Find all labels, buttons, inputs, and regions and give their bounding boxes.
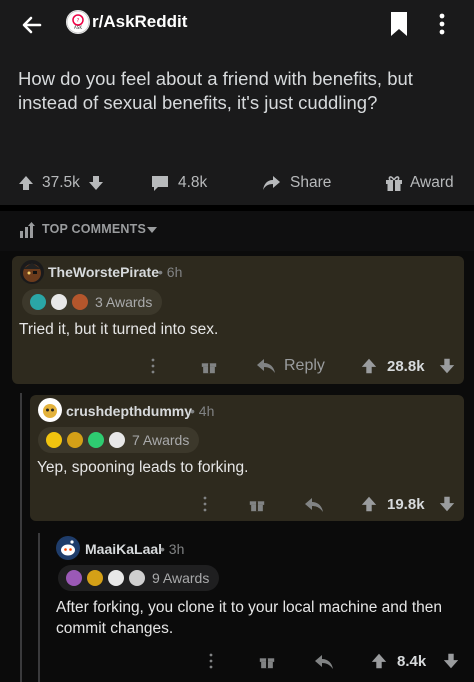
arrow-left-icon[interactable] — [18, 11, 46, 39]
post-title[interactable]: How do you feel about a friend with bene… — [18, 67, 458, 115]
vote-group: 37.5k — [16, 171, 114, 195]
comment-score: 28.8k — [387, 358, 425, 375]
award-icon — [87, 570, 103, 586]
thread-line — [20, 523, 22, 682]
gift-icon[interactable] — [248, 495, 266, 513]
comment-author[interactable]: TheWorstePirate — [48, 264, 159, 280]
award-icon — [66, 570, 82, 586]
comments-button[interactable]: 4.8k — [150, 171, 207, 195]
comment-score: 8.4k — [397, 653, 427, 670]
bookmark-icon[interactable] — [387, 10, 411, 38]
thread-line — [20, 393, 22, 523]
comment-author[interactable]: crushdepthdummy — [66, 403, 192, 419]
comment-time: • 4h — [190, 403, 215, 419]
awards-pill[interactable]: 9 Awards — [58, 565, 220, 591]
upvote-icon[interactable] — [360, 357, 378, 375]
award-icon — [30, 294, 46, 310]
awards-count: 3 Awards — [95, 294, 153, 310]
award-label: Award — [410, 174, 454, 191]
reply-icon[interactable] — [314, 653, 334, 671]
comment-author[interactable]: MaaiKaLaal — [85, 541, 162, 557]
thread-line — [38, 533, 40, 682]
comment-icon — [152, 176, 168, 191]
award-icon — [108, 570, 124, 586]
gift-icon[interactable] — [258, 652, 276, 670]
avatar[interactable] — [20, 260, 44, 284]
chevron-down-icon — [147, 227, 157, 233]
gift-icon[interactable] — [200, 357, 218, 375]
share-label: Share — [290, 174, 332, 191]
kebab-icon[interactable] — [198, 495, 212, 513]
award-icon — [88, 432, 104, 448]
upvote-icon[interactable] — [360, 495, 378, 513]
award-icon — [46, 432, 62, 448]
awards-count: 9 Awards — [152, 570, 210, 586]
gift-icon — [386, 176, 402, 191]
award-icon — [109, 432, 125, 448]
kebab-icon[interactable] — [204, 652, 218, 670]
downvote-icon[interactable] — [438, 357, 456, 375]
subreddit-name[interactable]: r/AskReddit — [92, 12, 187, 32]
post-score: 37.5k — [42, 174, 80, 191]
upvote-icon[interactable] — [370, 652, 388, 670]
share-button[interactable]: Share — [260, 171, 331, 195]
comment-time: • 6h — [158, 264, 183, 280]
subreddit-icon[interactable]: ? ASK — [66, 10, 90, 34]
comment-sort-bar[interactable]: TOP COMMENTS — [0, 211, 474, 251]
svg-text:?: ? — [77, 18, 80, 24]
post-actions: 37.5k 4.8k Share Award — [0, 165, 474, 201]
reply-icon — [257, 359, 275, 373]
kebab-icon[interactable] — [437, 10, 447, 38]
comment-score: 19.8k — [387, 496, 425, 513]
award-icon — [72, 294, 88, 310]
comment-body: After forking, you clone it to your loca… — [56, 599, 442, 637]
sort-label: TOP COMMENTS — [42, 222, 147, 236]
awards-pill[interactable]: 3 Awards — [22, 289, 163, 315]
comment-body: Yep, spooning leads to forking. — [37, 459, 249, 476]
reply-button[interactable]: Reply — [256, 357, 325, 375]
top-bar: ? ASK r/AskReddit — [0, 0, 474, 50]
avatar[interactable] — [56, 536, 80, 560]
svg-text:ASK: ASK — [74, 25, 82, 30]
upvote-icon[interactable] — [16, 173, 36, 193]
reply-label: Reply — [284, 357, 325, 374]
kebab-icon[interactable] — [146, 357, 160, 375]
awards-count: 7 Awards — [132, 432, 190, 448]
awards-pill[interactable]: 7 Awards — [38, 427, 200, 453]
award-icon — [129, 570, 145, 586]
top-sort-icon — [20, 222, 35, 238]
comment-count: 4.8k — [178, 174, 208, 191]
reply-icon[interactable] — [304, 496, 324, 514]
comment-time: • 3h — [160, 541, 185, 557]
avatar[interactable] — [38, 398, 62, 422]
downvote-icon[interactable] — [438, 495, 456, 513]
award-icon — [51, 294, 67, 310]
downvote-icon[interactable] — [442, 652, 460, 670]
share-icon — [263, 176, 280, 190]
downvote-icon[interactable] — [86, 173, 106, 193]
award-button[interactable]: Award — [384, 171, 454, 195]
comment-body: Tried it, but it turned into sex. — [19, 321, 219, 338]
award-icon — [67, 432, 83, 448]
